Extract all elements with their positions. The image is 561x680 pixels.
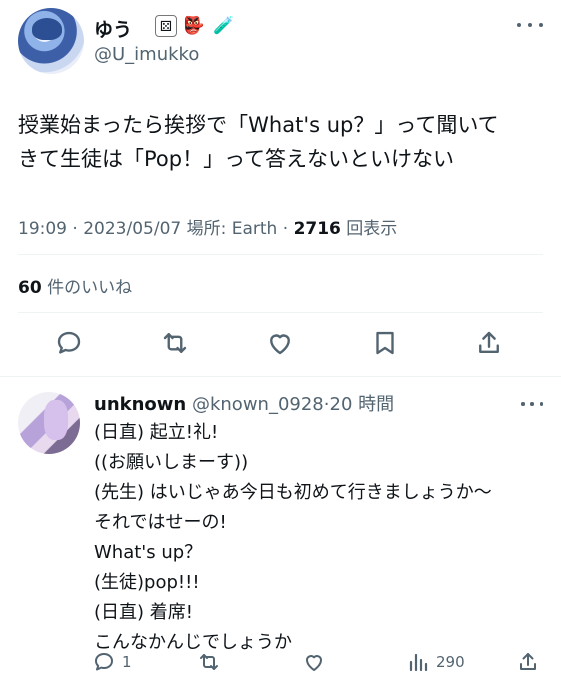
likes-row[interactable]: 60 件のいいね bbox=[18, 273, 132, 298]
views-label: 回表示 bbox=[346, 219, 398, 239]
bookmark-icon[interactable] bbox=[370, 328, 400, 358]
author-avatar[interactable] bbox=[18, 8, 84, 74]
tweet-location: 場所: Earth bbox=[186, 219, 278, 239]
tweet-header: ゆう ⚄ 👺 🧪 @U_imukko bbox=[18, 8, 543, 78]
reply-more-options-icon[interactable] bbox=[521, 400, 543, 408]
retweet-icon bbox=[200, 654, 218, 670]
tweet-text-line: きて生徒は「Pop！」って答えないといけない bbox=[18, 147, 455, 171]
tweet-meta: 19:09 · 2023/05/07 場所: Earth · 2716 回表示 bbox=[18, 219, 398, 239]
author-display-name[interactable]: ゆう bbox=[94, 15, 132, 42]
reply-text-line: What's up？ bbox=[94, 542, 203, 563]
reply-share-button[interactable] bbox=[516, 649, 540, 675]
reply-retweet-button[interactable] bbox=[197, 649, 221, 675]
reply-text-line: (生徒)pop!!! bbox=[94, 572, 200, 593]
tweet-action-bar bbox=[40, 328, 525, 362]
likes-label: 件のいいね bbox=[47, 278, 133, 298]
reply-count: 1 bbox=[122, 653, 132, 671]
share-icon bbox=[520, 653, 536, 670]
author-handle[interactable]: @U_imukko bbox=[94, 44, 199, 65]
divider bbox=[18, 312, 543, 313]
views-chart-icon bbox=[409, 653, 428, 672]
test-tube-emoji-icon: 🧪 bbox=[213, 16, 235, 36]
divider bbox=[0, 376, 561, 377]
views-count: 2716 bbox=[293, 219, 341, 239]
tweet-time[interactable]: 19:09 bbox=[18, 219, 67, 239]
likes-count: 60 bbox=[18, 278, 42, 298]
reply-views-button[interactable]: 290 bbox=[406, 649, 465, 675]
reply-text-line: (日直) 起立!礼! bbox=[94, 422, 219, 443]
more-options-icon[interactable] bbox=[517, 20, 543, 30]
dice-emoji-icon: ⚄ bbox=[155, 15, 177, 37]
reply-handle[interactable]: @known_0928 bbox=[192, 394, 324, 415]
reply-like-button[interactable] bbox=[302, 649, 326, 675]
retweet-icon[interactable] bbox=[160, 328, 190, 358]
reply-views-count: 290 bbox=[436, 653, 465, 671]
reply-reply-button[interactable]: 1 bbox=[92, 649, 132, 675]
share-icon[interactable] bbox=[474, 328, 504, 358]
reply-text-line: それではせーの! bbox=[94, 512, 227, 533]
tweet-text: 授業始まったら挨拶で「What's up？」って聞いて きて生徒は「Pop！」っ… bbox=[18, 108, 543, 176]
tweet-text-line: 授業始まったら挨拶で「What's up？」って聞いて bbox=[18, 113, 499, 137]
reply-time[interactable]: 20 時間 bbox=[330, 394, 395, 415]
like-icon[interactable] bbox=[265, 328, 295, 358]
divider bbox=[18, 254, 543, 255]
reply-text-line: (日直) 着席! bbox=[94, 602, 193, 623]
reply-icon bbox=[95, 653, 113, 671]
tweet-date[interactable]: 2023/05/07 bbox=[83, 219, 181, 239]
tengu-emoji-icon: 👺 bbox=[183, 16, 205, 36]
reply-action-bar: 1 290 bbox=[92, 649, 542, 675]
reply-text: (日直) 起立!礼! ((お願いしまーす)) (先生) はいじゃあ今日も初めて行… bbox=[94, 418, 543, 658]
reply-display-name[interactable]: unknown bbox=[94, 394, 186, 415]
like-icon bbox=[306, 655, 322, 671]
reply-avatar[interactable] bbox=[18, 392, 80, 454]
reply-text-line: ((お願いしまーす)) bbox=[94, 452, 249, 473]
reply-header: unknown @known_0928·20 時間 bbox=[94, 394, 395, 415]
reply-icon[interactable] bbox=[54, 328, 84, 358]
reply-text-line: (先生) はいじゃあ今日も初めて行きましょうか〜 bbox=[94, 482, 492, 503]
